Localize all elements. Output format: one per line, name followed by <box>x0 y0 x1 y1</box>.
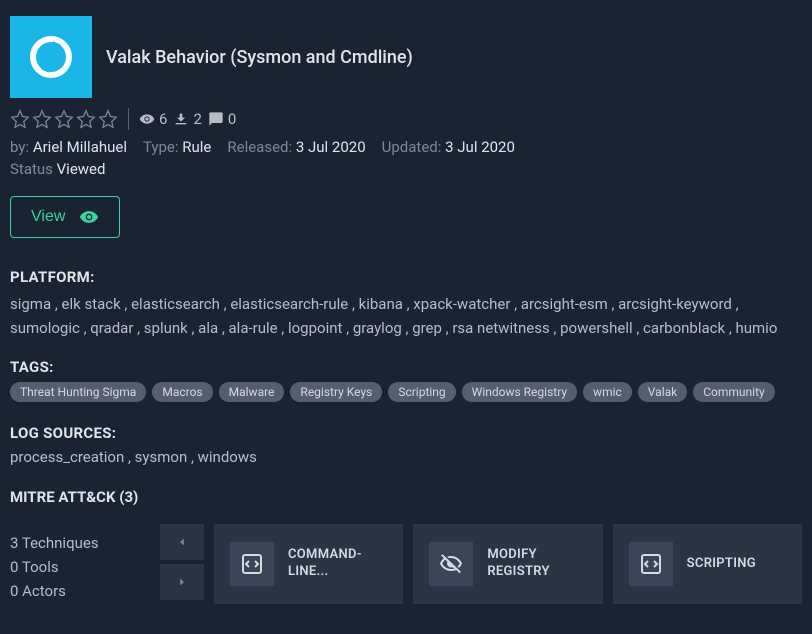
type-value: Rule <box>182 138 211 156</box>
tag-pill[interactable]: wmic <box>583 382 632 402</box>
carousel-next-button[interactable] <box>160 564 204 600</box>
tag-pill[interactable]: Valak <box>638 382 687 402</box>
mitre-title: MITRE ATT&CK (3) <box>10 488 802 506</box>
eye-off-icon <box>429 542 473 586</box>
status-label: Status <box>10 160 53 178</box>
download-icon <box>173 111 189 127</box>
platform-label: PLATFORM: <box>10 268 802 286</box>
views-stat: 6 <box>139 110 167 128</box>
carousel-prev-button[interactable] <box>160 524 204 560</box>
type-label: Type: <box>143 138 179 156</box>
released-value: 3 Jul 2020 <box>296 138 366 156</box>
comments-stat: 0 <box>208 110 236 128</box>
updated-value: 3 Jul 2020 <box>445 138 515 156</box>
mitre-card[interactable]: SCRIPTING <box>613 524 802 604</box>
mitre-tools-count: 0 Tools <box>10 558 150 576</box>
mitre-card[interactable]: COMMAND-LINE... <box>214 524 403 604</box>
star-icon <box>76 109 96 129</box>
star-icon <box>10 109 30 129</box>
code-icon <box>629 542 673 586</box>
view-button[interactable]: View <box>10 196 120 238</box>
mitre-techniques-count: 3 Techniques <box>10 534 150 552</box>
star-icon <box>54 109 74 129</box>
tags-label: TAGS: <box>10 358 802 376</box>
tag-pill[interactable]: Macros <box>152 382 212 402</box>
chevron-right-icon <box>175 575 189 589</box>
tag-pill[interactable]: Windows Registry <box>462 382 577 402</box>
tag-pill[interactable]: Registry Keys <box>290 382 382 402</box>
code-icon <box>230 542 274 586</box>
eye-icon <box>79 207 99 227</box>
by-label: by: <box>10 138 29 156</box>
mitre-card-label: MODIFY REGISTRY <box>487 547 586 581</box>
page-title: Valak Behavior (Sysmon and Cmdline) <box>106 47 413 68</box>
tag-pill[interactable]: Threat Hunting Sigma <box>10 382 146 402</box>
view-button-label: View <box>31 208 65 226</box>
tags-row: Threat Hunting Sigma Macros MalwareRegistr… <box>10 382 802 402</box>
tag-pill[interactable]: Community <box>693 382 774 402</box>
log-sources-list: process_creation , sysmon , windows <box>10 448 802 466</box>
mitre-card[interactable]: MODIFY REGISTRY <box>413 524 602 604</box>
chevron-left-icon <box>175 535 189 549</box>
tag-pill[interactable]: Scripting <box>388 382 455 402</box>
star-icon <box>32 109 52 129</box>
mitre-card-label: SCRIPTING <box>687 556 756 573</box>
divider <box>128 108 129 130</box>
rule-logo <box>10 16 92 98</box>
author-link[interactable]: Ariel Millahuel <box>33 138 127 156</box>
rating-stars[interactable] <box>10 109 118 129</box>
mitre-actors-count: 0 Actors <box>10 582 150 600</box>
status-value: Viewed <box>57 160 106 178</box>
updated-label: Updated: <box>382 138 442 156</box>
star-icon <box>98 109 118 129</box>
tag-pill[interactable]: Malware <box>219 382 285 402</box>
comment-icon <box>208 111 224 127</box>
eye-icon <box>139 111 155 127</box>
downloads-stat: 2 <box>173 110 201 128</box>
log-sources-label: LOG SOURCES: <box>10 424 802 442</box>
mitre-card-label: COMMAND-LINE... <box>288 547 387 581</box>
platform-list: sigma , elk stack , elasticsearch , elas… <box>10 292 802 340</box>
released-label: Released: <box>227 138 292 156</box>
